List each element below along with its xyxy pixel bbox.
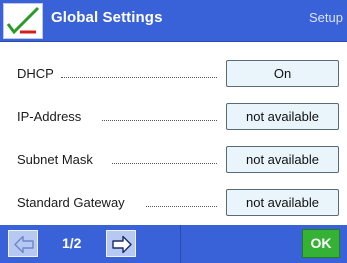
setting-row-subnet-mask: Subnet Mask not available xyxy=(0,136,347,184)
setting-label: Standard Gateway xyxy=(17,195,125,210)
footer-bar: 1/2 OK xyxy=(0,225,347,263)
dot-leader xyxy=(61,77,217,78)
previous-page-button[interactable] xyxy=(8,230,38,257)
next-page-button[interactable] xyxy=(106,230,136,257)
page-title: Global Settings xyxy=(51,9,163,26)
setting-label: DHCP xyxy=(17,66,54,81)
checkmark-settings-icon xyxy=(3,3,43,39)
setting-row-standard-gateway: Standard Gateway not available xyxy=(0,179,347,227)
setting-label: Subnet Mask xyxy=(17,152,93,167)
dot-leader xyxy=(112,163,217,164)
subnet-mask-value-button[interactable]: not available xyxy=(226,146,339,173)
setting-label: IP-Address xyxy=(17,109,82,124)
dot-leader xyxy=(102,120,217,121)
standard-gateway-value-button[interactable]: not available xyxy=(226,189,339,216)
ok-button[interactable]: OK xyxy=(302,229,340,258)
setting-row-ip-address: IP-Address not available xyxy=(0,93,347,141)
global-settings-screen: Global Settings Setup DHCP On IP-Address… xyxy=(0,0,347,263)
context-label: Setup xyxy=(309,10,343,25)
dot-leader xyxy=(146,206,217,207)
title-bar: Global Settings Setup xyxy=(0,0,347,42)
page-indicator: 1/2 xyxy=(62,235,82,251)
arrow-right-icon xyxy=(112,235,132,254)
setting-row-dhcp: DHCP On xyxy=(0,50,347,98)
arrow-left-icon xyxy=(14,235,34,254)
ip-address-value-button[interactable]: not available xyxy=(226,103,339,130)
dhcp-value-button[interactable]: On xyxy=(226,60,339,87)
